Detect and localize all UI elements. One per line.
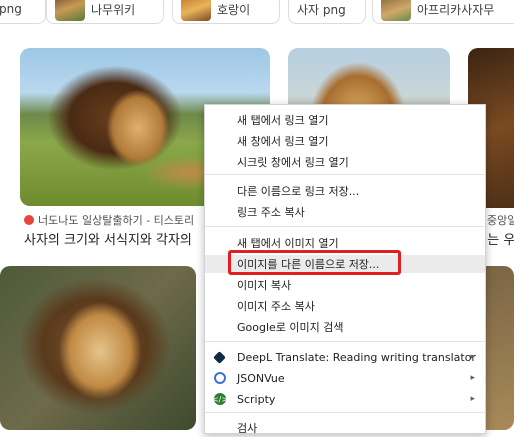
menu-item-label: 새 창에서 링크 열기 bbox=[237, 135, 329, 148]
menu-separator bbox=[205, 174, 485, 175]
menu-item-search-image-google[interactable]: Google로 이미지 검색 bbox=[205, 318, 485, 336]
chip-label: png bbox=[0, 2, 22, 16]
jsonvue-icon bbox=[214, 372, 226, 384]
result-source-label: 너도나도 일상탈출하기 - 티스토리 bbox=[38, 214, 195, 227]
menu-item-copy-link-address[interactable]: 링크 주소 복사 bbox=[205, 203, 485, 221]
lion-thumbnail bbox=[381, 0, 411, 21]
menu-item-label: 새 탭에서 링크 열기 bbox=[237, 114, 329, 127]
menu-item-save-link-as[interactable]: 다른 이름으로 링크 저장... bbox=[205, 182, 485, 200]
submenu-arrow-icon: ▸ bbox=[470, 394, 475, 404]
menu-item-label: Google로 이미지 검색 bbox=[237, 321, 344, 334]
chip-lion-png[interactable]: 사자 png bbox=[288, 0, 366, 24]
menu-item-open-link-incognito[interactable]: 시크릿 창에서 링크 열기 bbox=[205, 153, 485, 171]
chip-label: 나무위키 bbox=[91, 2, 136, 17]
menu-item-copy-image-address[interactable]: 이미지 주소 복사 bbox=[205, 297, 485, 315]
lion-thumbnail bbox=[181, 0, 211, 21]
menu-separator bbox=[205, 226, 485, 227]
menu-item-label: 시크릿 창에서 링크 열기 bbox=[237, 156, 349, 169]
chip-namuwiki[interactable]: 나무위키 bbox=[46, 0, 164, 24]
chip-label: 사자 png bbox=[297, 2, 346, 17]
chip-png[interactable]: png bbox=[0, 0, 46, 24]
menu-item-copy-image[interactable]: 이미지 복사 bbox=[205, 276, 485, 294]
submenu-arrow-icon: ▸ bbox=[470, 352, 475, 362]
menu-separator bbox=[205, 412, 485, 413]
menu-item-deepl[interactable]: DeepL Translate: Reading writing transla… bbox=[205, 348, 485, 366]
chip-label: 호랑이 bbox=[217, 2, 251, 17]
submenu-arrow-icon: ▸ bbox=[470, 373, 475, 383]
lion-image-result[interactable] bbox=[0, 266, 196, 430]
menu-item-open-link-new-window[interactable]: 새 창에서 링크 열기 bbox=[205, 132, 485, 150]
menu-item-label: DeepL Translate: Reading writing transla… bbox=[237, 350, 476, 364]
related-search-chips: png 나무위키 호랑이 사자 png 아프리카사자무 bbox=[0, 0, 514, 30]
chip-african-lion[interactable]: 아프리카사자무 bbox=[372, 0, 514, 24]
menu-separator bbox=[205, 341, 485, 342]
menu-item-label: 이미지 복사 bbox=[237, 279, 292, 292]
menu-item-label: 링크 주소 복사 bbox=[237, 206, 305, 219]
scripty-icon: </> bbox=[211, 393, 229, 405]
lion-thumbnail bbox=[55, 0, 85, 21]
chip-label: 아프리카사자무 bbox=[417, 2, 495, 17]
result-source[interactable]: 중앙일 bbox=[487, 212, 514, 228]
menu-item-open-link-new-tab[interactable]: 새 탭에서 링크 열기 bbox=[205, 111, 485, 129]
site-favicon-icon bbox=[24, 215, 34, 225]
result-source[interactable]: 너도나도 일상탈출하기 - 티스토리 bbox=[24, 212, 194, 228]
menu-item-label: Scripty bbox=[237, 392, 276, 406]
menu-item-jsonvue[interactable]: JSONVue ▸ bbox=[205, 369, 485, 387]
menu-item-scripty[interactable]: </> Scripty ▸ bbox=[205, 390, 485, 408]
menu-item-label: 다른 이름으로 링크 저장... bbox=[237, 185, 360, 198]
chip-tiger[interactable]: 호랑이 bbox=[172, 0, 280, 24]
menu-item-label: 이미지 주소 복사 bbox=[237, 300, 315, 313]
menu-item-label: 새 탭에서 이미지 열기 bbox=[237, 237, 339, 250]
highlight-box bbox=[228, 250, 401, 275]
menu-item-label: JSONVue bbox=[237, 371, 285, 385]
result-title[interactable]: 사자의 크기와 서식지와 각자의 bbox=[24, 229, 192, 248]
menu-item-inspect[interactable]: 검사 bbox=[205, 419, 485, 437]
deepl-icon bbox=[213, 350, 226, 364]
menu-item-label: 검사 bbox=[237, 422, 258, 435]
